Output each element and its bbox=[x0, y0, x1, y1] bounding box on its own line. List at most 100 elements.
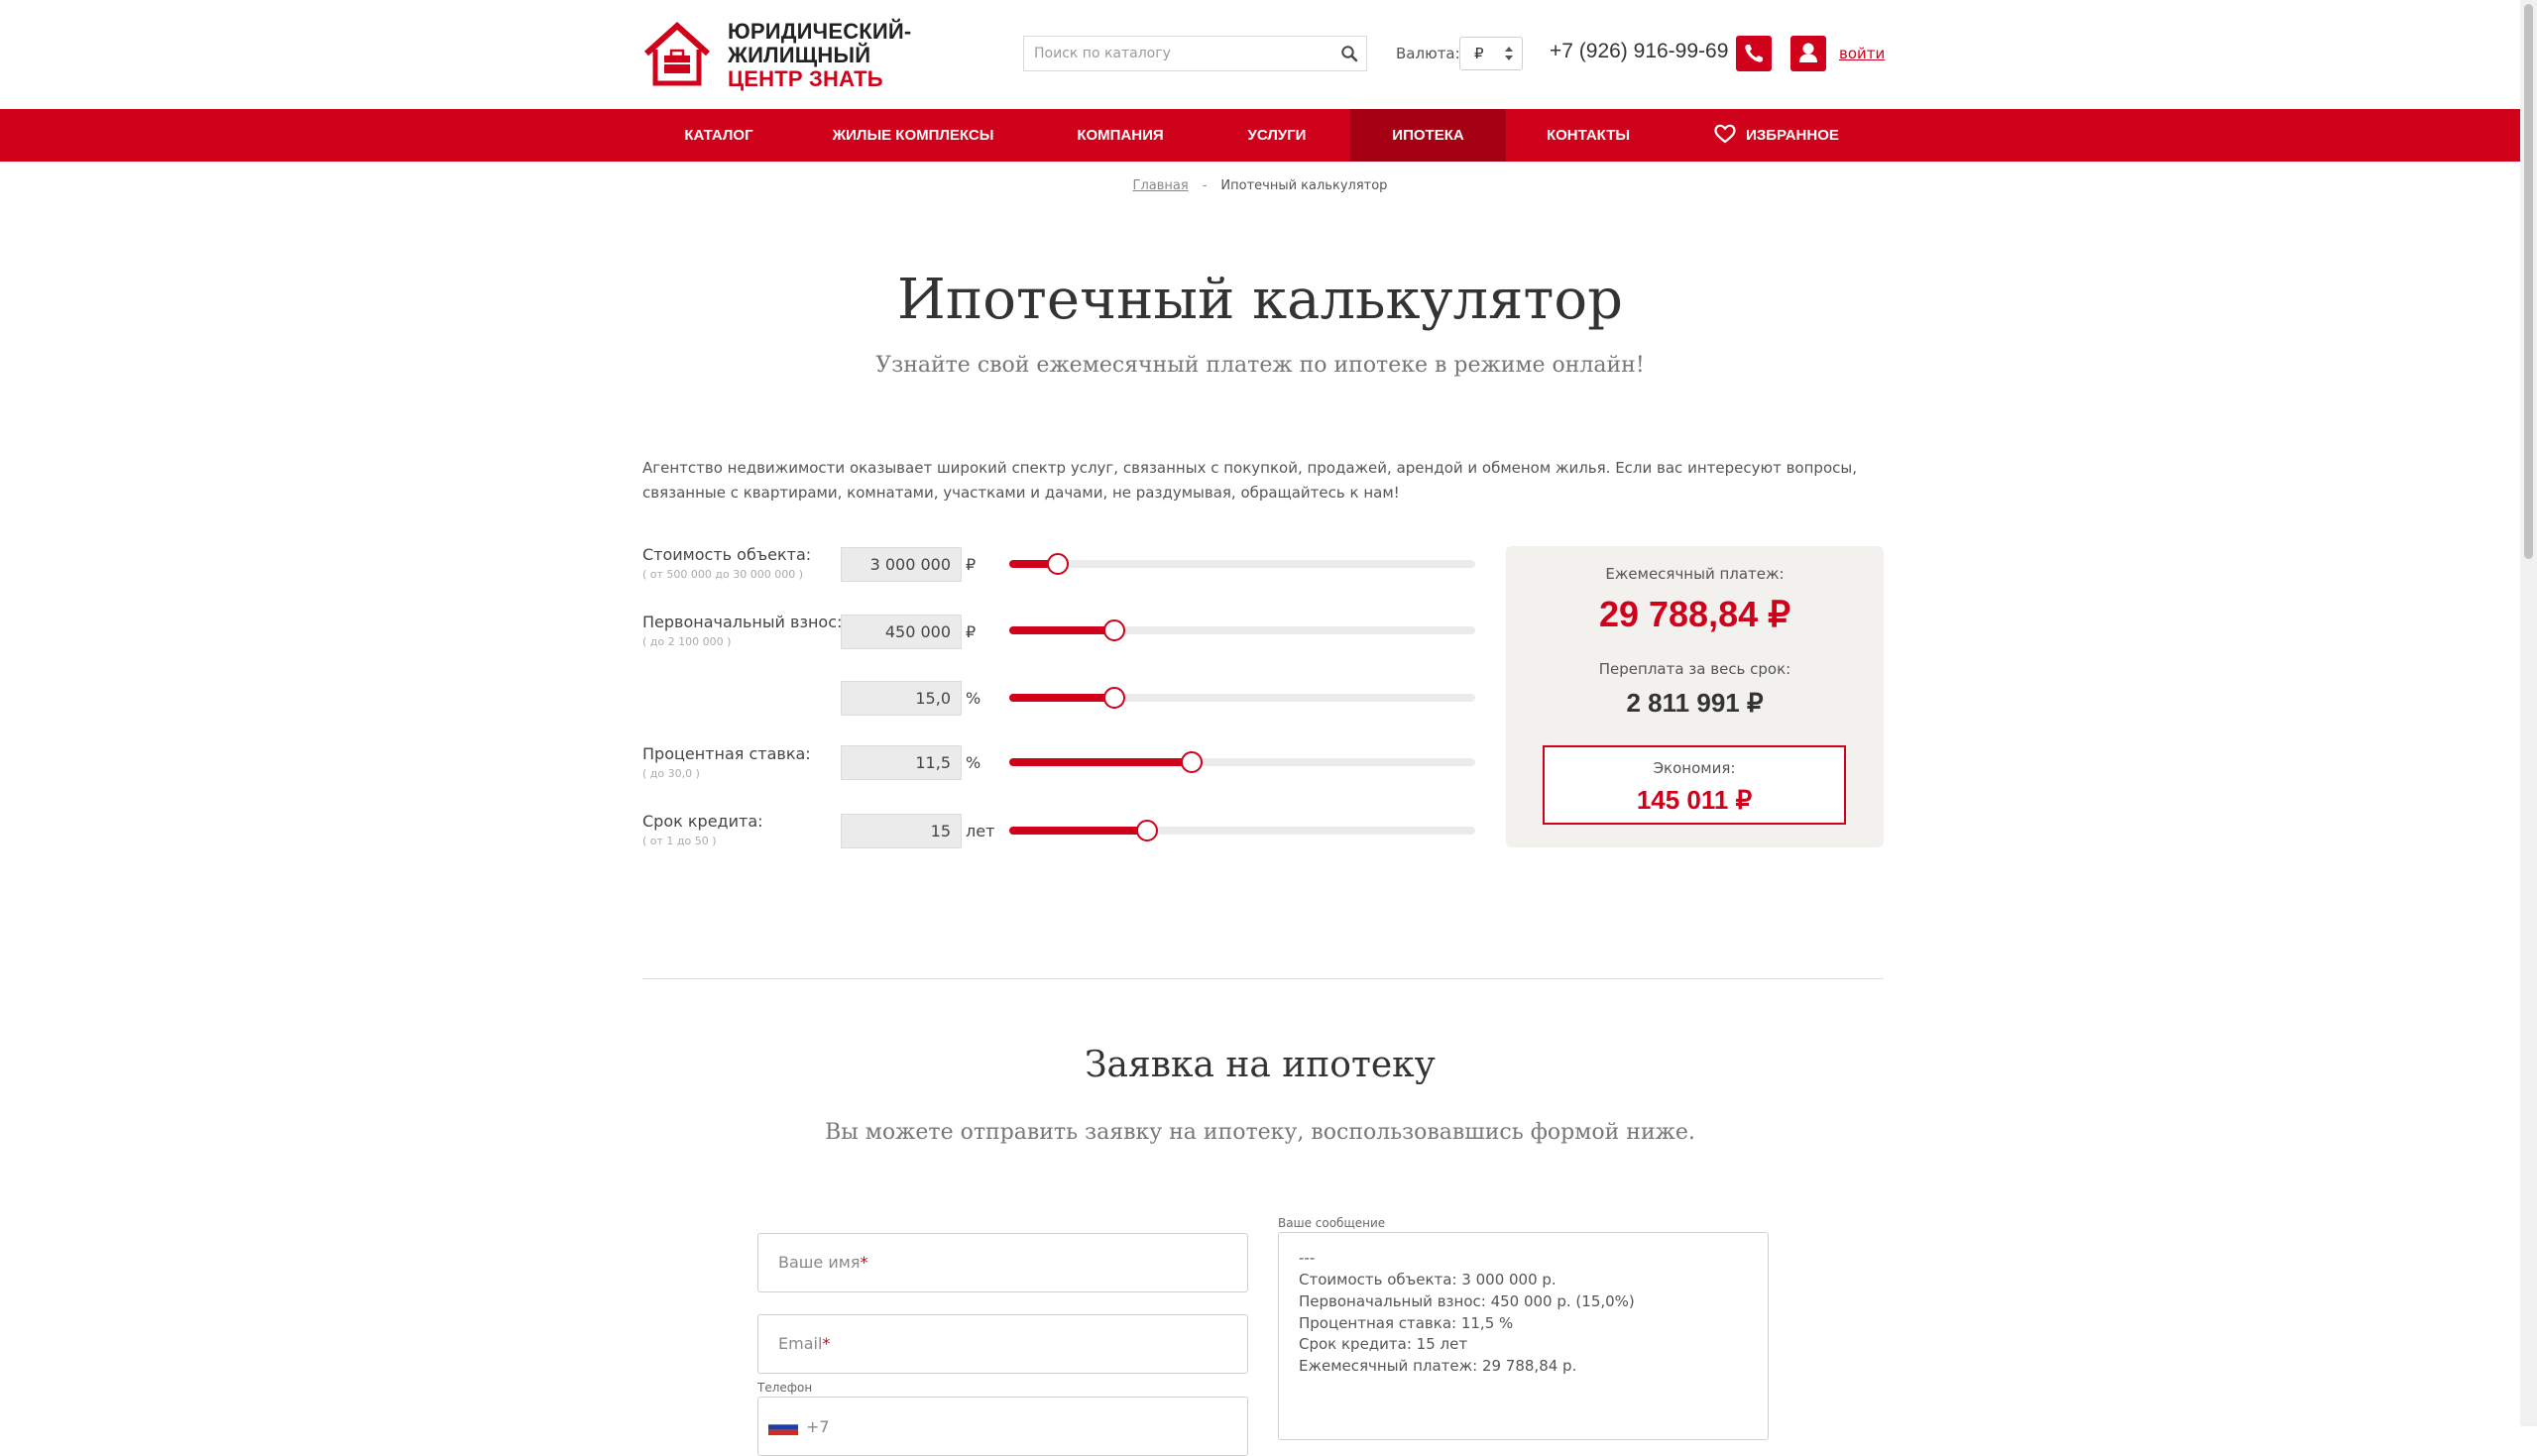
down-payment-percent-unit: % bbox=[966, 689, 981, 708]
overpayment-label: Переплата за весь срок: bbox=[1598, 660, 1791, 678]
down-payment-percent-slider-fill bbox=[1009, 694, 1114, 702]
russia-flag-icon bbox=[768, 1419, 798, 1435]
page-scrollbar[interactable] bbox=[2520, 0, 2537, 1426]
heart-icon bbox=[1714, 124, 1736, 144]
user-button[interactable] bbox=[1790, 36, 1826, 71]
select-arrows-icon bbox=[1505, 47, 1513, 60]
nav-item-favorites-label: ИЗБРАННОЕ bbox=[1746, 127, 1839, 144]
down-payment-slider[interactable] bbox=[1009, 619, 1475, 641]
nav-item-residential-complexes[interactable]: ЖИЛЫЕ КОМПЛЕКСЫ bbox=[813, 109, 1013, 162]
down-payment-slider-handle[interactable] bbox=[1102, 619, 1125, 641]
interest-rate-label: Процентная ставка: bbox=[642, 744, 811, 763]
nav-item-company[interactable]: КОМПАНИЯ bbox=[1051, 109, 1190, 162]
interest-rate-input[interactable]: 11,5 bbox=[841, 745, 962, 780]
cost-unit: ₽ bbox=[966, 555, 977, 574]
down-payment-label: Первоначальный взнос: bbox=[642, 613, 843, 631]
name-placeholder: Ваше имя* bbox=[778, 1253, 867, 1272]
search-input[interactable] bbox=[1024, 37, 1341, 70]
phone-field-label: Телефон bbox=[757, 1381, 813, 1395]
monthly-payment-label: Ежемесячный платеж: bbox=[1605, 565, 1785, 583]
logo-text: ЮРИДИЧЕСКИЙ- ЖИЛИЩНЫЙ ЦЕНТР ЗНАТЬ bbox=[728, 20, 911, 91]
breadcrumb-current: Ипотечный калькулятор bbox=[1220, 178, 1388, 193]
search-icon[interactable] bbox=[1340, 45, 1358, 62]
intro-text: Агентство недвижимости оказывает широкий… bbox=[642, 459, 1857, 502]
nav-item-services[interactable]: УСЛУГИ bbox=[1221, 109, 1332, 162]
interest-rate-slider-fill bbox=[1009, 758, 1193, 766]
nav-item-contacts[interactable]: КОНТАКТЫ bbox=[1529, 109, 1648, 162]
scrollbar-thumb[interactable] bbox=[2524, 4, 2533, 559]
interest-rate-hint: ( до 30,0 ) bbox=[642, 767, 700, 780]
monthly-payment-value: 29 788,84 ₽ bbox=[1598, 594, 1791, 634]
interest-rate-slider-handle[interactable] bbox=[1181, 751, 1204, 773]
overpayment-value: 2 811 991 ₽ bbox=[1626, 688, 1764, 718]
name-placeholder-text: Ваше имя bbox=[778, 1253, 861, 1272]
logo[interactable]: ЮРИДИЧЕСКИЙ- ЖИЛИЩНЫЙ ЦЕНТР ЗНАТЬ bbox=[642, 20, 911, 91]
loan-term-unit: лет bbox=[966, 822, 995, 840]
phone-field[interactable]: +7 bbox=[757, 1397, 1248, 1456]
cost-slider[interactable] bbox=[1009, 553, 1475, 575]
down-payment-percent-slider[interactable] bbox=[1009, 687, 1475, 709]
currency-label: Валюта: bbox=[1396, 45, 1460, 62]
breadcrumb-home-link[interactable]: Главная bbox=[1133, 178, 1189, 193]
breadcrumb-separator: - bbox=[1202, 178, 1208, 193]
down-payment-unit: ₽ bbox=[966, 622, 977, 641]
email-placeholder-text: Email bbox=[778, 1334, 823, 1353]
down-payment-percent-input[interactable]: 15,0 bbox=[841, 681, 962, 716]
email-placeholder: Email* bbox=[778, 1334, 830, 1353]
user-icon bbox=[1799, 43, 1817, 62]
email-field[interactable]: Email* bbox=[757, 1314, 1248, 1374]
cost-label: Стоимость объекта: bbox=[642, 545, 812, 564]
logo-line-1: ЮРИДИЧЕСКИЙ- bbox=[728, 19, 912, 44]
phone-icon bbox=[1745, 45, 1763, 62]
message-label: Ваше сообщение bbox=[1278, 1216, 1386, 1230]
phone-number[interactable]: +7 (926) 916-99-69 bbox=[1550, 40, 1728, 63]
page-subtitle: Узнайте свой ежемесячный платеж по ипоте… bbox=[875, 353, 1645, 378]
down-payment-hint: ( до 2 100 000 ) bbox=[642, 635, 732, 648]
logo-line-3: ЦЕНТР ЗНАТЬ bbox=[728, 66, 883, 91]
section-divider bbox=[642, 978, 1884, 979]
required-mark: * bbox=[860, 1253, 868, 1272]
loan-term-slider[interactable] bbox=[1009, 820, 1475, 841]
phone-country-code: +7 bbox=[806, 1417, 830, 1436]
phone-button[interactable] bbox=[1736, 36, 1772, 71]
message-textarea[interactable]: --- Стоимость объекта: 3 000 000 р. Перв… bbox=[1278, 1232, 1769, 1440]
header: ЮРИДИЧЕСКИЙ- ЖИЛИЩНЫЙ ЦЕНТР ЗНАТЬ Валюта… bbox=[0, 0, 2520, 109]
currency-value: ₽ bbox=[1474, 45, 1484, 62]
house-briefcase-icon bbox=[643, 21, 711, 86]
login-link[interactable]: войти bbox=[1839, 45, 1885, 62]
form-title: Заявка на ипотеку bbox=[1085, 1045, 1436, 1085]
required-mark: * bbox=[822, 1334, 831, 1353]
down-payment-input[interactable]: 450 000 bbox=[841, 615, 962, 649]
economy-label: Экономия: bbox=[1653, 759, 1736, 777]
page-title: Ипотечный калькулятор bbox=[897, 268, 1623, 332]
message-line: Процентная ставка: 11,5 % bbox=[1299, 1314, 1514, 1332]
name-field[interactable]: Ваше имя* bbox=[757, 1233, 1248, 1292]
message-line: Первоначальный взнос: 450 000 р. (15,0%) bbox=[1299, 1292, 1635, 1310]
breadcrumb: Главная - Ипотечный калькулятор bbox=[0, 178, 2520, 193]
interest-rate-unit: % bbox=[966, 753, 981, 772]
search-box bbox=[1023, 36, 1367, 71]
logo-line-2: ЖИЛИЩНЫЙ bbox=[728, 43, 871, 67]
loan-term-slider-fill bbox=[1009, 827, 1148, 835]
loan-term-input[interactable]: 15 bbox=[841, 814, 962, 848]
loan-term-label: Срок кредита: bbox=[642, 812, 763, 831]
cost-input[interactable]: 3 000 000 bbox=[841, 547, 962, 582]
result-panel: Ежемесячный платеж: 29 788,84 ₽ Переплат… bbox=[1506, 546, 1884, 847]
main-nav: КАТАЛОГ ЖИЛЫЕ КОМПЛЕКСЫ КОМПАНИЯ УСЛУГИ … bbox=[0, 109, 2520, 162]
down-payment-percent-slider-handle[interactable] bbox=[1102, 687, 1125, 709]
message-line: --- bbox=[1299, 1249, 1316, 1267]
loan-term-hint: ( от 1 до 50 ) bbox=[642, 835, 717, 847]
nav-item-mortgage[interactable]: ИПОТЕКА bbox=[1350, 109, 1506, 162]
currency-select[interactable]: ₽ bbox=[1459, 37, 1523, 70]
message-line: Стоимость объекта: 3 000 000 р. bbox=[1299, 1271, 1557, 1288]
cost-slider-handle[interactable] bbox=[1046, 553, 1069, 575]
interest-rate-slider[interactable] bbox=[1009, 751, 1475, 773]
down-payment-slider-fill bbox=[1009, 626, 1114, 634]
loan-term-slider-handle[interactable] bbox=[1136, 820, 1159, 841]
message-line: Ежемесячный платеж: 29 788,84 р. bbox=[1299, 1357, 1577, 1375]
economy-box: Экономия: 145 011 ₽ bbox=[1543, 745, 1846, 825]
nav-item-catalog[interactable]: КАТАЛОГ bbox=[654, 109, 783, 162]
cost-hint: ( от 500 000 до 30 000 000 ) bbox=[642, 568, 804, 581]
economy-value: 145 011 ₽ bbox=[1636, 785, 1753, 815]
nav-item-favorites[interactable]: ИЗБРАННОЕ bbox=[1697, 109, 1856, 162]
